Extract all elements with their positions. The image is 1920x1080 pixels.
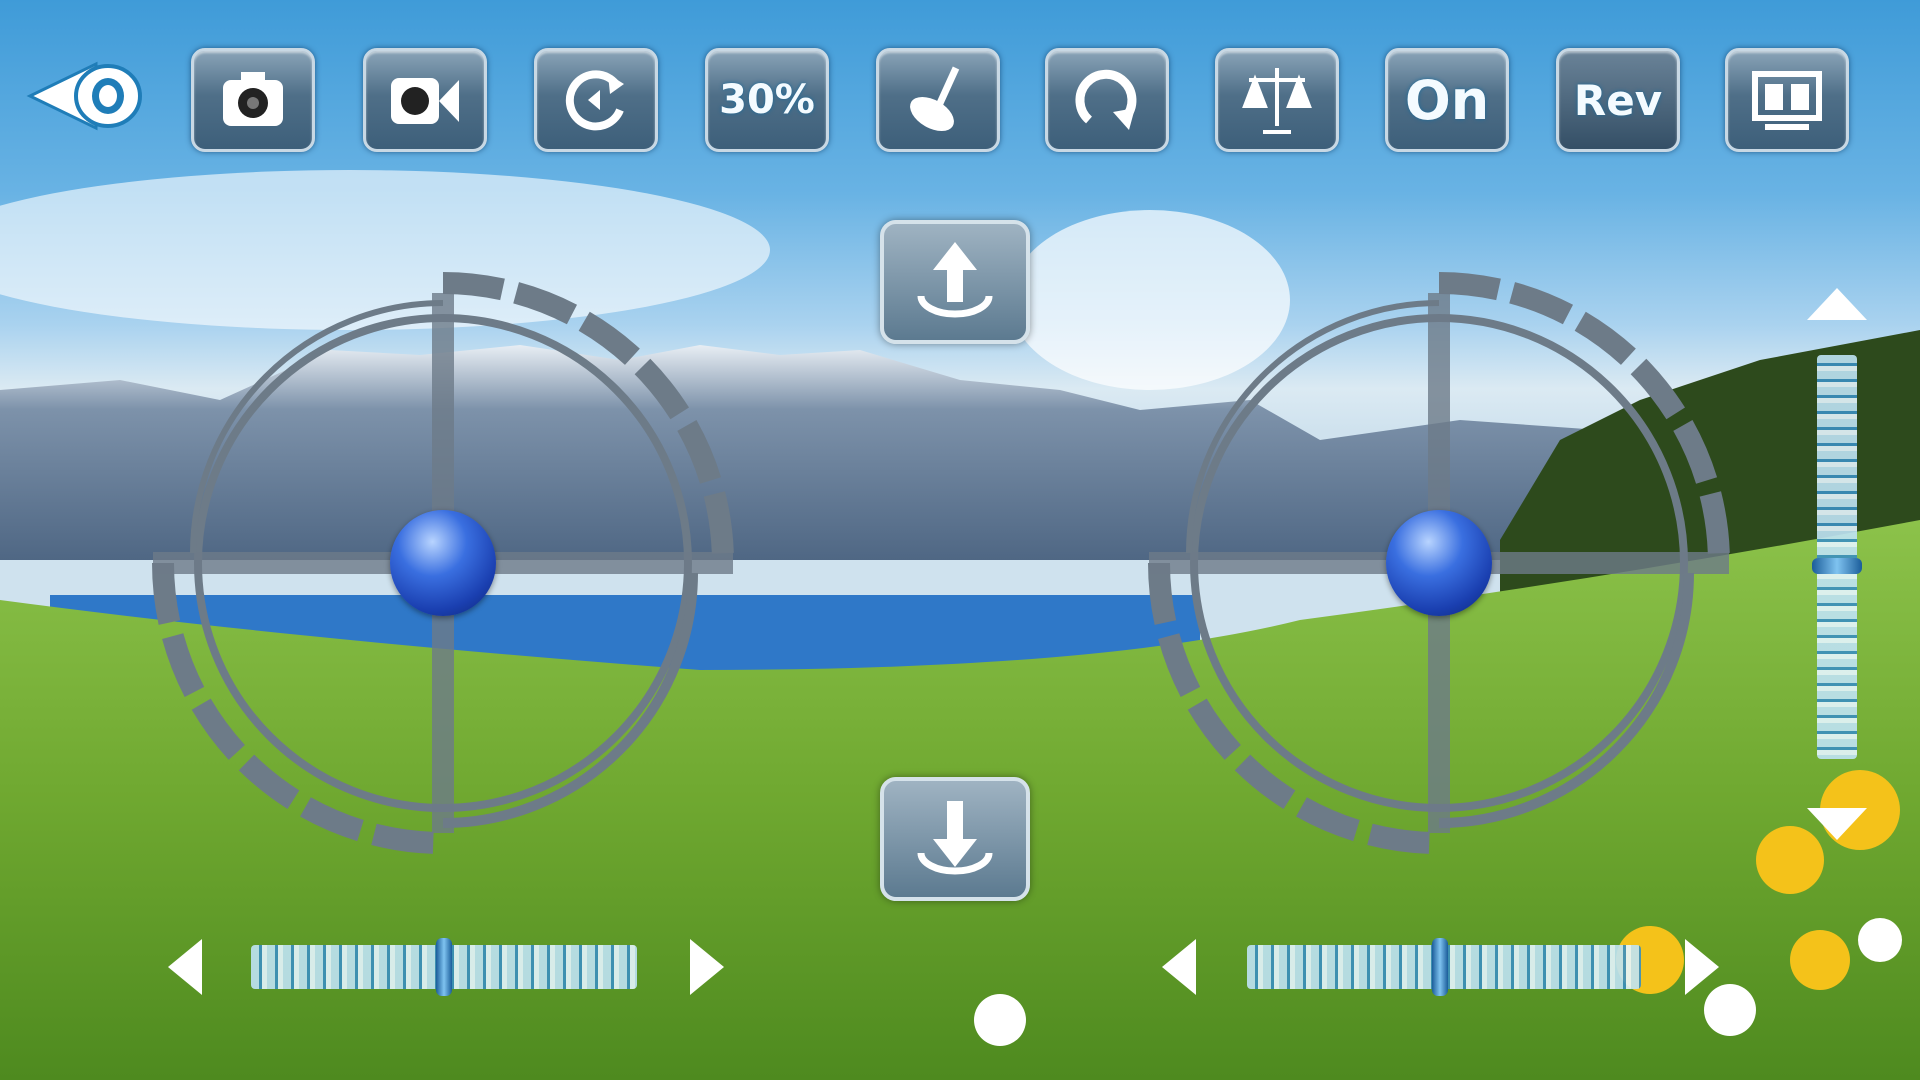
gyro-calibrate-icon bbox=[910, 66, 960, 132]
left-trim-left-arrow-icon[interactable] bbox=[164, 937, 204, 997]
trim-up-arrow-icon[interactable] bbox=[1805, 286, 1869, 322]
power-button[interactable]: On bbox=[1385, 48, 1509, 152]
trim-button[interactable] bbox=[1215, 48, 1339, 152]
split-screen-icon bbox=[1752, 71, 1822, 130]
reverse-button[interactable]: Rev bbox=[1556, 48, 1680, 152]
takeoff-button[interactable] bbox=[880, 220, 1030, 344]
photo-button[interactable] bbox=[191, 48, 315, 152]
balance-scale-icon bbox=[1242, 68, 1312, 134]
reverse-label: Rev bbox=[1573, 75, 1663, 125]
rotate-icon bbox=[565, 70, 624, 131]
left-trim-thumb[interactable] bbox=[436, 938, 452, 996]
right-joystick-knob[interactable] bbox=[1386, 510, 1492, 616]
video-button[interactable] bbox=[363, 48, 487, 152]
left-trim-right-arrow-icon[interactable] bbox=[688, 937, 728, 997]
power-label: On bbox=[1404, 68, 1490, 132]
camera-icon bbox=[223, 72, 283, 126]
vertical-trim-thumb[interactable] bbox=[1812, 558, 1862, 574]
speed-button[interactable]: 30% bbox=[705, 48, 829, 152]
back-button[interactable] bbox=[26, 56, 146, 136]
trim-down-arrow-icon[interactable] bbox=[1805, 806, 1869, 842]
calibrate-button[interactable] bbox=[876, 48, 1000, 152]
flip-button[interactable] bbox=[1045, 48, 1169, 152]
left-joystick-knob[interactable] bbox=[390, 510, 496, 616]
land-arrow-icon bbox=[917, 801, 993, 875]
right-trim-right-arrow-icon[interactable] bbox=[1683, 937, 1723, 997]
rotate-button[interactable] bbox=[534, 48, 658, 152]
video-camera-icon bbox=[391, 78, 459, 124]
flip-icon bbox=[1075, 69, 1137, 130]
vr-button[interactable] bbox=[1725, 48, 1849, 152]
land-button[interactable] bbox=[880, 777, 1030, 901]
right-trim-thumb[interactable] bbox=[1432, 938, 1448, 996]
speed-label: 30% bbox=[719, 77, 815, 123]
right-trim-left-arrow-icon[interactable] bbox=[1158, 937, 1198, 997]
takeoff-arrow-icon bbox=[917, 242, 993, 318]
vertical-trim-slider[interactable] bbox=[1817, 355, 1857, 759]
